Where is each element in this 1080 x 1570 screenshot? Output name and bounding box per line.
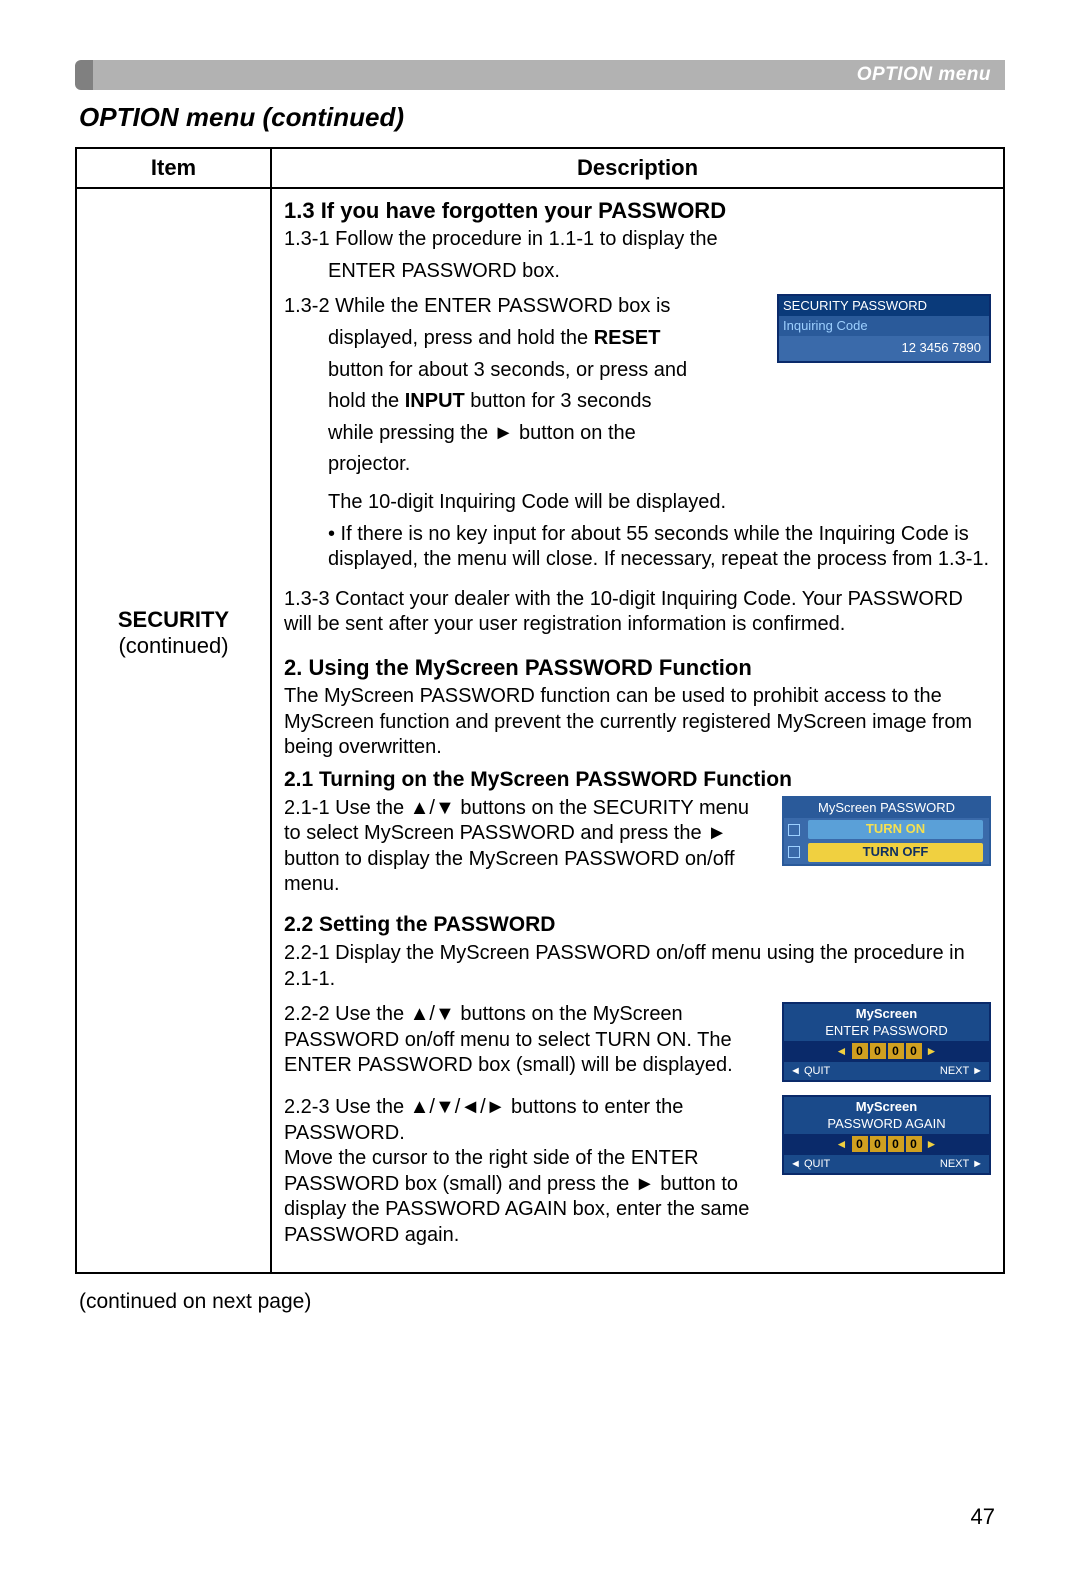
text-1-3-2a: 1.3-2 While the ENTER PASSWORD box is (284, 294, 765, 320)
text-2-1-1: 2.1-1 Use the ▲/▼ buttons on the SECURIT… (284, 796, 770, 898)
fig3-line1: MyScreen (784, 1004, 989, 1023)
fig2-title: MyScreen PASSWORD (784, 798, 989, 819)
description-cell: 1.3 If you have forgotten your PASSWORD … (271, 188, 1004, 1273)
text-1-3-2d: hold the INPUT button for 3 seconds (284, 389, 765, 415)
text-1-3-2c: button for about 3 seconds, or press and (284, 358, 765, 384)
text-1-3-1a: 1.3-1 Follow the procedure in 1.1-1 to d… (284, 227, 991, 253)
text-2-2-3: 2.2-3 Use the ▲/▼/◄/► buttons to enter t… (284, 1095, 770, 1249)
page-number: 47 (75, 1504, 1005, 1530)
text-1-3-2g: The 10-digit Inquiring Code will be disp… (284, 490, 991, 516)
text-1-3-2f: projector. (284, 452, 765, 478)
fig3-quit: ◄ QUIT (790, 1064, 830, 1078)
fig4-quit: ◄ QUIT (790, 1157, 830, 1171)
fig2-turn-on: TURN ON (808, 820, 983, 839)
radio-icon (788, 846, 800, 858)
fig4-line2: PASSWORD AGAIN (784, 1116, 989, 1135)
text-1-3-3: 1.3-3 Contact your dealer with the 10-di… (284, 587, 991, 638)
fig3-line2: ENTER PASSWORD (784, 1023, 989, 1042)
header-bar: OPTION menu (75, 60, 1005, 90)
heading-2-1: 2.1 Turning on the MyScreen PASSWORD Fun… (284, 767, 991, 794)
text-1-3-2e: while pressing the ► button on the (284, 421, 765, 447)
header-label: OPTION menu (857, 64, 991, 86)
text-1-3-1b: ENTER PASSWORD box. (284, 259, 991, 285)
heading-1-3: 1.3 If you have forgotten your PASSWORD (284, 197, 991, 225)
section-title: OPTION menu (continued) (79, 102, 1005, 133)
figure-password-again: MyScreen PASSWORD AGAIN ◄0000► ◄ QUIT NE… (782, 1095, 991, 1175)
text-1-3-2b: displayed, press and hold the RESET (284, 326, 765, 352)
item-label-continued: (continued) (85, 633, 262, 659)
fig1-subtitle: Inquiring Code (779, 316, 989, 336)
fig1-code: 12 3456 7890 (779, 336, 989, 362)
header-body: OPTION menu (93, 60, 1005, 90)
col-header-desc: Description (271, 148, 1004, 188)
fig4-next: NEXT ► (940, 1157, 983, 1171)
fig3-digits: ◄0000► (784, 1041, 989, 1062)
fig1-title: SECURITY PASSWORD (779, 296, 989, 316)
fig4-line1: MyScreen (784, 1097, 989, 1116)
fig4-digits: ◄0000► (784, 1134, 989, 1155)
header-cap (75, 60, 93, 90)
text-2-2-2: 2.2-2 Use the ▲/▼ buttons on the MyScree… (284, 1002, 770, 1079)
fig2-turn-off: TURN OFF (808, 843, 983, 862)
option-table: Item Description SECURITY (continued) 1.… (75, 147, 1005, 1274)
figure-myscreen-onoff: MyScreen PASSWORD TURN ON TURN OFF (782, 796, 991, 866)
figure-security-password: SECURITY PASSWORD Inquiring Code 12 3456… (777, 294, 991, 363)
col-header-item: Item (76, 148, 271, 188)
heading-2-2: 2.2 Setting the PASSWORD (284, 912, 991, 939)
heading-2: 2. Using the MyScreen PASSWORD Function (284, 654, 991, 682)
item-cell: SECURITY (continued) (76, 188, 271, 1273)
text-2-2-1: 2.2-1 Display the MyScreen PASSWORD on/o… (284, 941, 991, 992)
figure-enter-password: MyScreen ENTER PASSWORD ◄0000► ◄ QUIT NE… (782, 1002, 991, 1082)
text-1-3-2h: • If there is no key input for about 55 … (284, 522, 991, 573)
radio-icon (788, 824, 800, 836)
fig3-next: NEXT ► (940, 1064, 983, 1078)
item-label-security: SECURITY (85, 607, 262, 633)
text-2-intro: The MyScreen PASSWORD function can be us… (284, 684, 991, 761)
continued-next-page: (continued on next page) (79, 1290, 1005, 1314)
